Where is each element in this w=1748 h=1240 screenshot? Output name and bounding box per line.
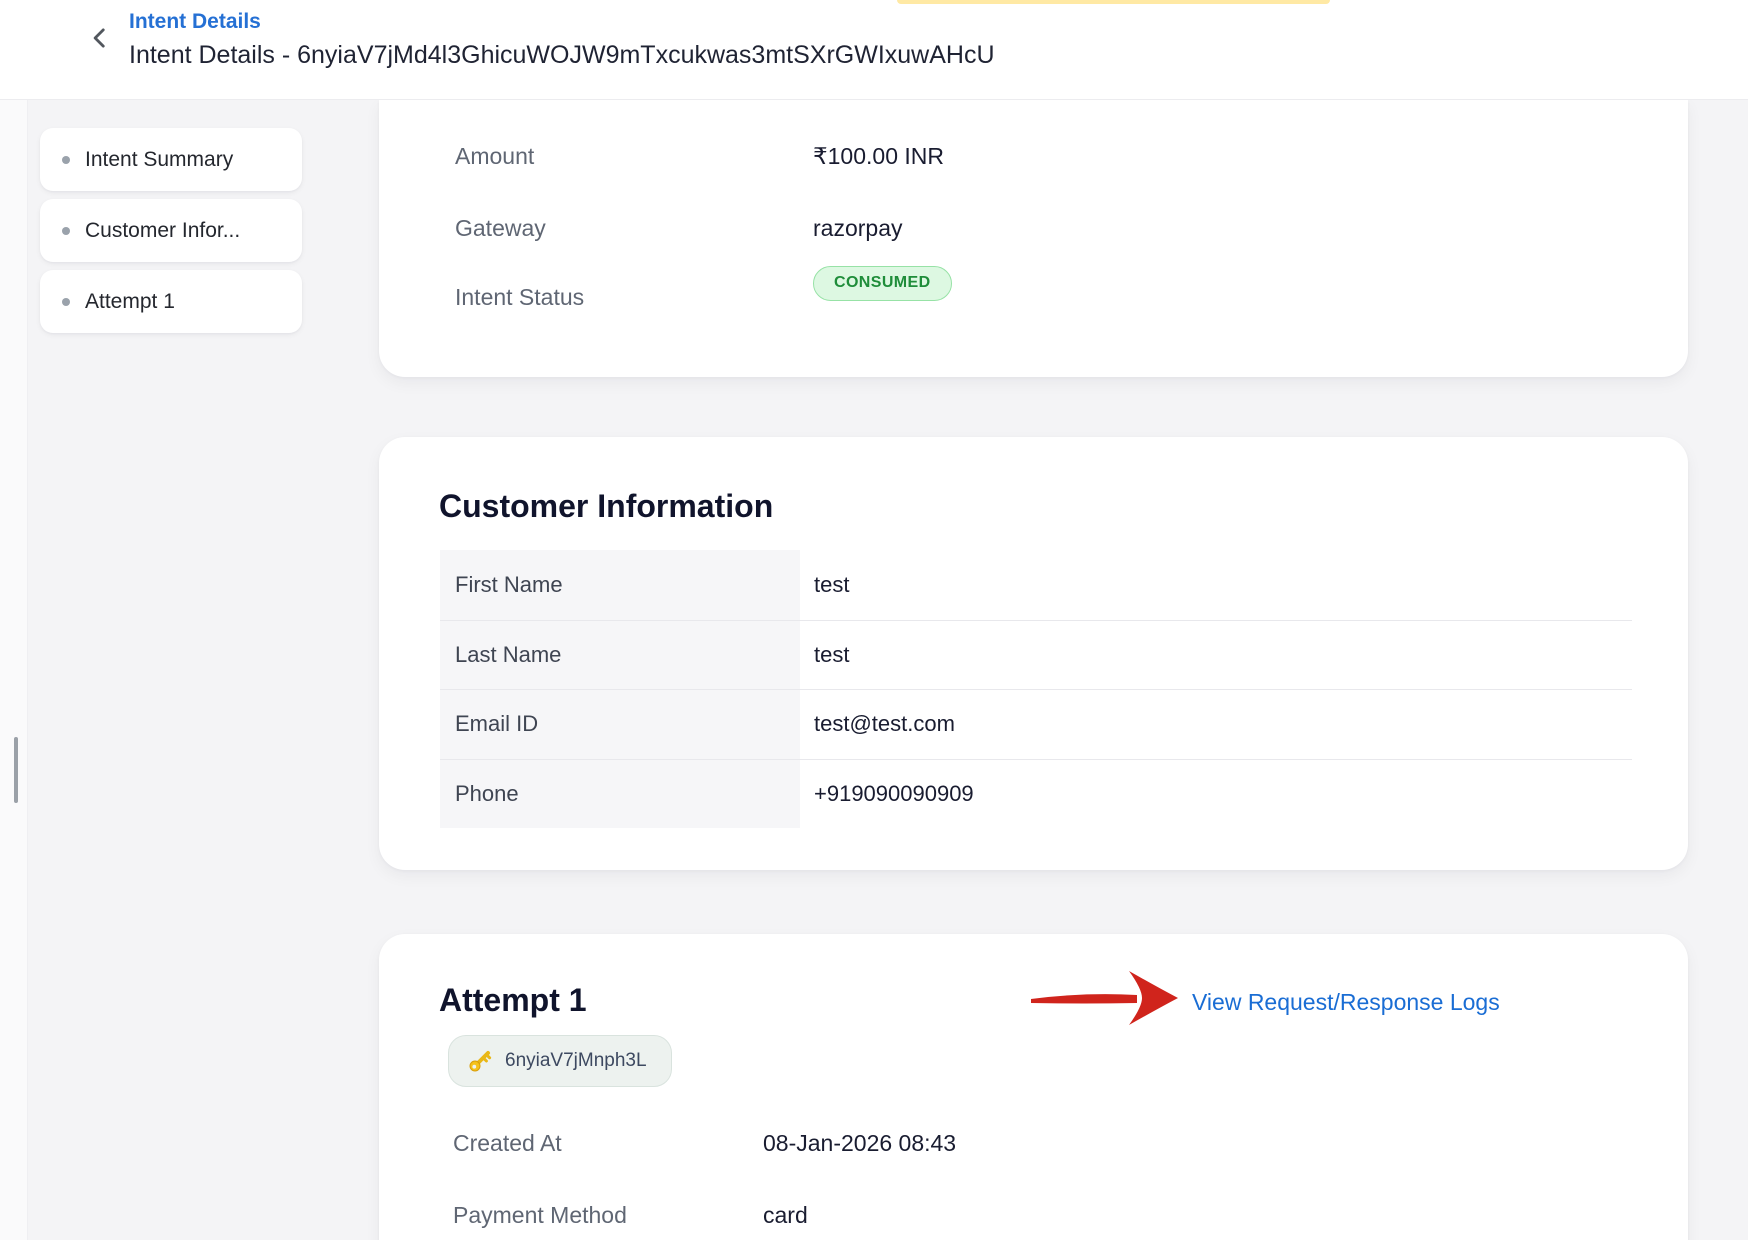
phone-value: +919090090909 <box>814 760 974 829</box>
sidebar-item-label: Customer Infor... <box>85 219 240 243</box>
gateway-label: Gateway <box>455 213 546 243</box>
attempt-id-chip[interactable]: 6nyiaV7jMnph3L <box>448 1035 672 1087</box>
amount-label: Amount <box>455 141 534 171</box>
annotation-arrow-icon <box>1029 962 1185 1034</box>
table-row: Email ID test@test.com <box>440 689 1632 759</box>
payment-method-label: Payment Method <box>453 1200 627 1230</box>
customer-information-table: First Name test Last Name test Email ID … <box>440 550 1632 828</box>
attempt-1-title: Attempt 1 <box>439 981 587 1019</box>
notification-banner-edge <box>897 0 1330 4</box>
status-badge-consumed: CONSUMED <box>813 266 952 301</box>
payment-method-value: card <box>763 1200 808 1230</box>
bullet-dot-icon <box>62 227 70 235</box>
table-row: Phone +919090090909 <box>440 759 1632 829</box>
sidebar-item-intent-summary[interactable]: Intent Summary <box>40 128 302 191</box>
intent-details-page: { "header": { "title_link": "Intent Deta… <box>0 0 1748 1240</box>
intent-status-label: Intent Status <box>455 282 584 312</box>
section-nav-sidebar: Intent Summary Customer Infor... Attempt… <box>40 128 302 341</box>
left-gutter <box>0 100 28 1240</box>
customer-information-title: Customer Information <box>439 487 773 525</box>
amount-value: ₹100.00 INR <box>813 141 944 171</box>
attempt-1-card: Attempt 1 View Request/Response Logs 6ny… <box>379 934 1688 1240</box>
chevron-left-icon <box>87 25 113 56</box>
created-at-label: Created At <box>453 1128 562 1158</box>
attempt-id-text: 6nyiaV7jMnph3L <box>505 1050 647 1072</box>
table-row: First Name test <box>440 550 1632 620</box>
created-at-value: 08-Jan-2026 08:43 <box>763 1128 956 1158</box>
sidebar-item-customer-information[interactable]: Customer Infor... <box>40 199 302 262</box>
back-button[interactable] <box>82 22 118 58</box>
customer-information-card: Customer Information First Name test Las… <box>379 437 1688 870</box>
first-name-label: First Name <box>440 550 800 620</box>
gateway-value: razorpay <box>813 213 902 243</box>
last-name-value: test <box>814 621 849 690</box>
phone-label: Phone <box>440 760 800 829</box>
first-name-value: test <box>814 550 849 620</box>
email-id-value: test@test.com <box>814 690 955 759</box>
key-icon <box>467 1048 493 1074</box>
breadcrumb-intent-details-link[interactable]: Intent Details <box>129 10 261 34</box>
view-request-response-logs-link[interactable]: View Request/Response Logs <box>1192 987 1500 1017</box>
page-header: Intent Details Intent Details - 6nyiaV7j… <box>0 0 1748 100</box>
last-name-label: Last Name <box>440 621 800 690</box>
email-id-label: Email ID <box>440 690 800 759</box>
sidebar-item-label: Attempt 1 <box>85 290 175 314</box>
bullet-dot-icon <box>62 156 70 164</box>
table-row: Last Name test <box>440 620 1632 690</box>
sidebar-item-attempt-1[interactable]: Attempt 1 <box>40 270 302 333</box>
intent-summary-card: Amount ₹100.00 INR Gateway razorpay Inte… <box>379 100 1688 377</box>
sidebar-item-label: Intent Summary <box>85 148 233 172</box>
scrollbar-thumb[interactable] <box>14 737 18 803</box>
page-title: Intent Details - 6nyiaV7jMd4l3GhicuWOJW9… <box>129 40 995 70</box>
bullet-dot-icon <box>62 298 70 306</box>
